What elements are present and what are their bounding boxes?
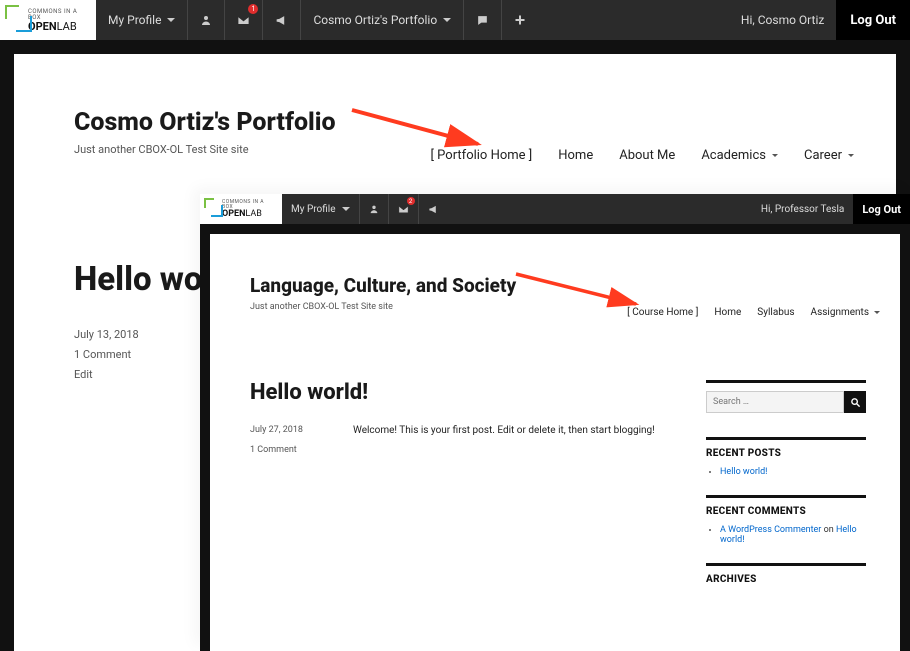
post-title[interactable]: Hello world!: [250, 380, 676, 405]
nav-syllabus[interactable]: Syllabus: [757, 307, 794, 318]
recent-posts-heading: RECENT POSTS: [706, 448, 866, 459]
nav-home[interactable]: Home: [558, 148, 593, 163]
my-profile-label: My Profile: [291, 204, 336, 215]
add-new-button[interactable]: [502, 0, 538, 40]
nav-career[interactable]: Career: [804, 148, 854, 163]
divider: [706, 495, 866, 498]
inner-content: Language, Culture, and Society Just anot…: [210, 234, 900, 651]
recent-comments-heading: RECENT COMMENTS: [706, 506, 866, 517]
logout-label: Log Out: [850, 13, 896, 28]
on-text: on: [821, 525, 836, 535]
logo-text: COMMONS IN A BOX OPENLAB: [222, 200, 276, 219]
logo-mark-icon: [5, 5, 19, 19]
announcements-button[interactable]: [419, 194, 448, 224]
megaphone-icon: [428, 204, 439, 215]
admin-bar-inner: COMMONS IN A BOX OPENLAB My Profile 2 Hi…: [200, 194, 910, 224]
logout-button[interactable]: Log Out: [853, 194, 910, 224]
post-date: July 27, 2018: [250, 425, 303, 435]
comment-icon: [476, 14, 489, 27]
notifications-button[interactable]: 1: [225, 0, 262, 40]
notifications-button[interactable]: 2: [389, 194, 418, 224]
recent-posts-list: Hello world!: [706, 467, 866, 477]
user-icon-button[interactable]: [188, 0, 224, 40]
greeting[interactable]: Hi, Professor Tesla: [752, 194, 854, 224]
logo-mark-icon: [204, 198, 214, 208]
my-profile-label: My Profile: [108, 13, 161, 27]
user-icon: [200, 14, 212, 26]
chevron-down-icon: [848, 154, 854, 157]
search-input[interactable]: [706, 391, 844, 413]
notification-badge: 2: [407, 197, 415, 205]
recent-comments-list: A WordPress Commenter on Hello world!: [706, 525, 866, 545]
nav-course-home[interactable]: [ Course Home ]: [627, 307, 698, 318]
plus-icon: [514, 14, 526, 26]
greeting-text: Hi, Professor Tesla: [761, 204, 845, 215]
divider: [706, 563, 866, 566]
nav-home[interactable]: Home: [714, 307, 741, 318]
admin-bar-outer: COMMONS IN A BOX OPENLAB My Profile 1 Co…: [0, 0, 910, 40]
chevron-down-icon: [772, 154, 778, 157]
nav-about-me[interactable]: About Me: [619, 148, 675, 163]
post-excerpt: Welcome! This is your first post. Edit o…: [353, 425, 655, 455]
logo[interactable]: COMMONS IN A BOX OPENLAB: [200, 194, 282, 224]
primary-nav-outer: [ Portfolio Home ] Home About Me Academi…: [431, 148, 855, 163]
post: Hello world! July 27, 2018 1 Comment Wel…: [250, 380, 676, 593]
inner-site-overlay: COMMONS IN A BOX OPENLAB My Profile 2 Hi…: [200, 194, 910, 651]
logo[interactable]: COMMONS IN A BOX OPENLAB: [0, 0, 96, 40]
logo-text: COMMONS IN A BOX OPENLAB: [28, 9, 90, 32]
logo-line2b: LAB: [245, 209, 261, 219]
site-menu[interactable]: Cosmo Ortiz's Portfolio: [301, 0, 463, 40]
envelope-icon: [237, 14, 250, 27]
divider: [706, 380, 866, 383]
nav-portfolio-home[interactable]: [ Portfolio Home ]: [431, 148, 533, 163]
primary-nav-inner: [ Course Home ] Home Syllabus Assignment…: [627, 307, 880, 318]
logo-line2a: OPEN: [28, 20, 57, 33]
logout-button[interactable]: Log Out: [836, 0, 910, 40]
comment-author-link[interactable]: A WordPress Commenter: [720, 525, 821, 535]
greeting[interactable]: Hi, Cosmo Ortiz: [729, 0, 836, 40]
user-icon: [369, 204, 379, 214]
site-title[interactable]: Cosmo Ortiz's Portfolio: [74, 108, 836, 137]
user-icon-button[interactable]: [360, 194, 388, 224]
chevron-down-icon: [443, 18, 451, 22]
search-button[interactable]: [844, 391, 866, 413]
notification-badge: 1: [248, 4, 258, 14]
comments-button[interactable]: [464, 0, 501, 40]
chevron-down-icon: [342, 207, 350, 211]
greeting-text: Hi, Cosmo Ortiz: [741, 13, 824, 27]
envelope-icon: [398, 204, 409, 215]
announcements-button[interactable]: [263, 0, 300, 40]
megaphone-icon: [275, 14, 288, 27]
logout-label: Log Out: [862, 203, 901, 216]
my-profile-menu[interactable]: My Profile: [282, 194, 359, 224]
my-profile-menu[interactable]: My Profile: [96, 0, 187, 40]
chevron-down-icon: [167, 18, 175, 22]
nav-academics[interactable]: Academics: [701, 148, 778, 163]
list-item: Hello world!: [720, 467, 866, 477]
list-item: A WordPress Commenter on Hello world!: [720, 525, 866, 545]
post-comments-link[interactable]: 1 Comment: [250, 445, 303, 455]
divider: [706, 437, 866, 440]
inner-page: Language, Culture, and Society Just anot…: [200, 224, 910, 651]
post-meta-col: July 27, 2018 1 Comment: [250, 425, 303, 455]
archives-heading: ARCHIVES: [706, 574, 866, 585]
recent-post-link[interactable]: Hello world!: [720, 467, 767, 477]
search-icon: [850, 397, 861, 408]
site-menu-label: Cosmo Ortiz's Portfolio: [313, 13, 437, 27]
search-form: [706, 391, 866, 413]
logo-line2a: OPEN: [222, 209, 245, 219]
sidebar: RECENT POSTS Hello world! RECENT COMMENT…: [706, 380, 866, 593]
nav-assignments[interactable]: Assignments: [811, 307, 880, 318]
site-title[interactable]: Language, Culture, and Society: [250, 274, 866, 297]
logo-line2b: LAB: [57, 20, 77, 33]
chevron-down-icon: [874, 311, 880, 314]
